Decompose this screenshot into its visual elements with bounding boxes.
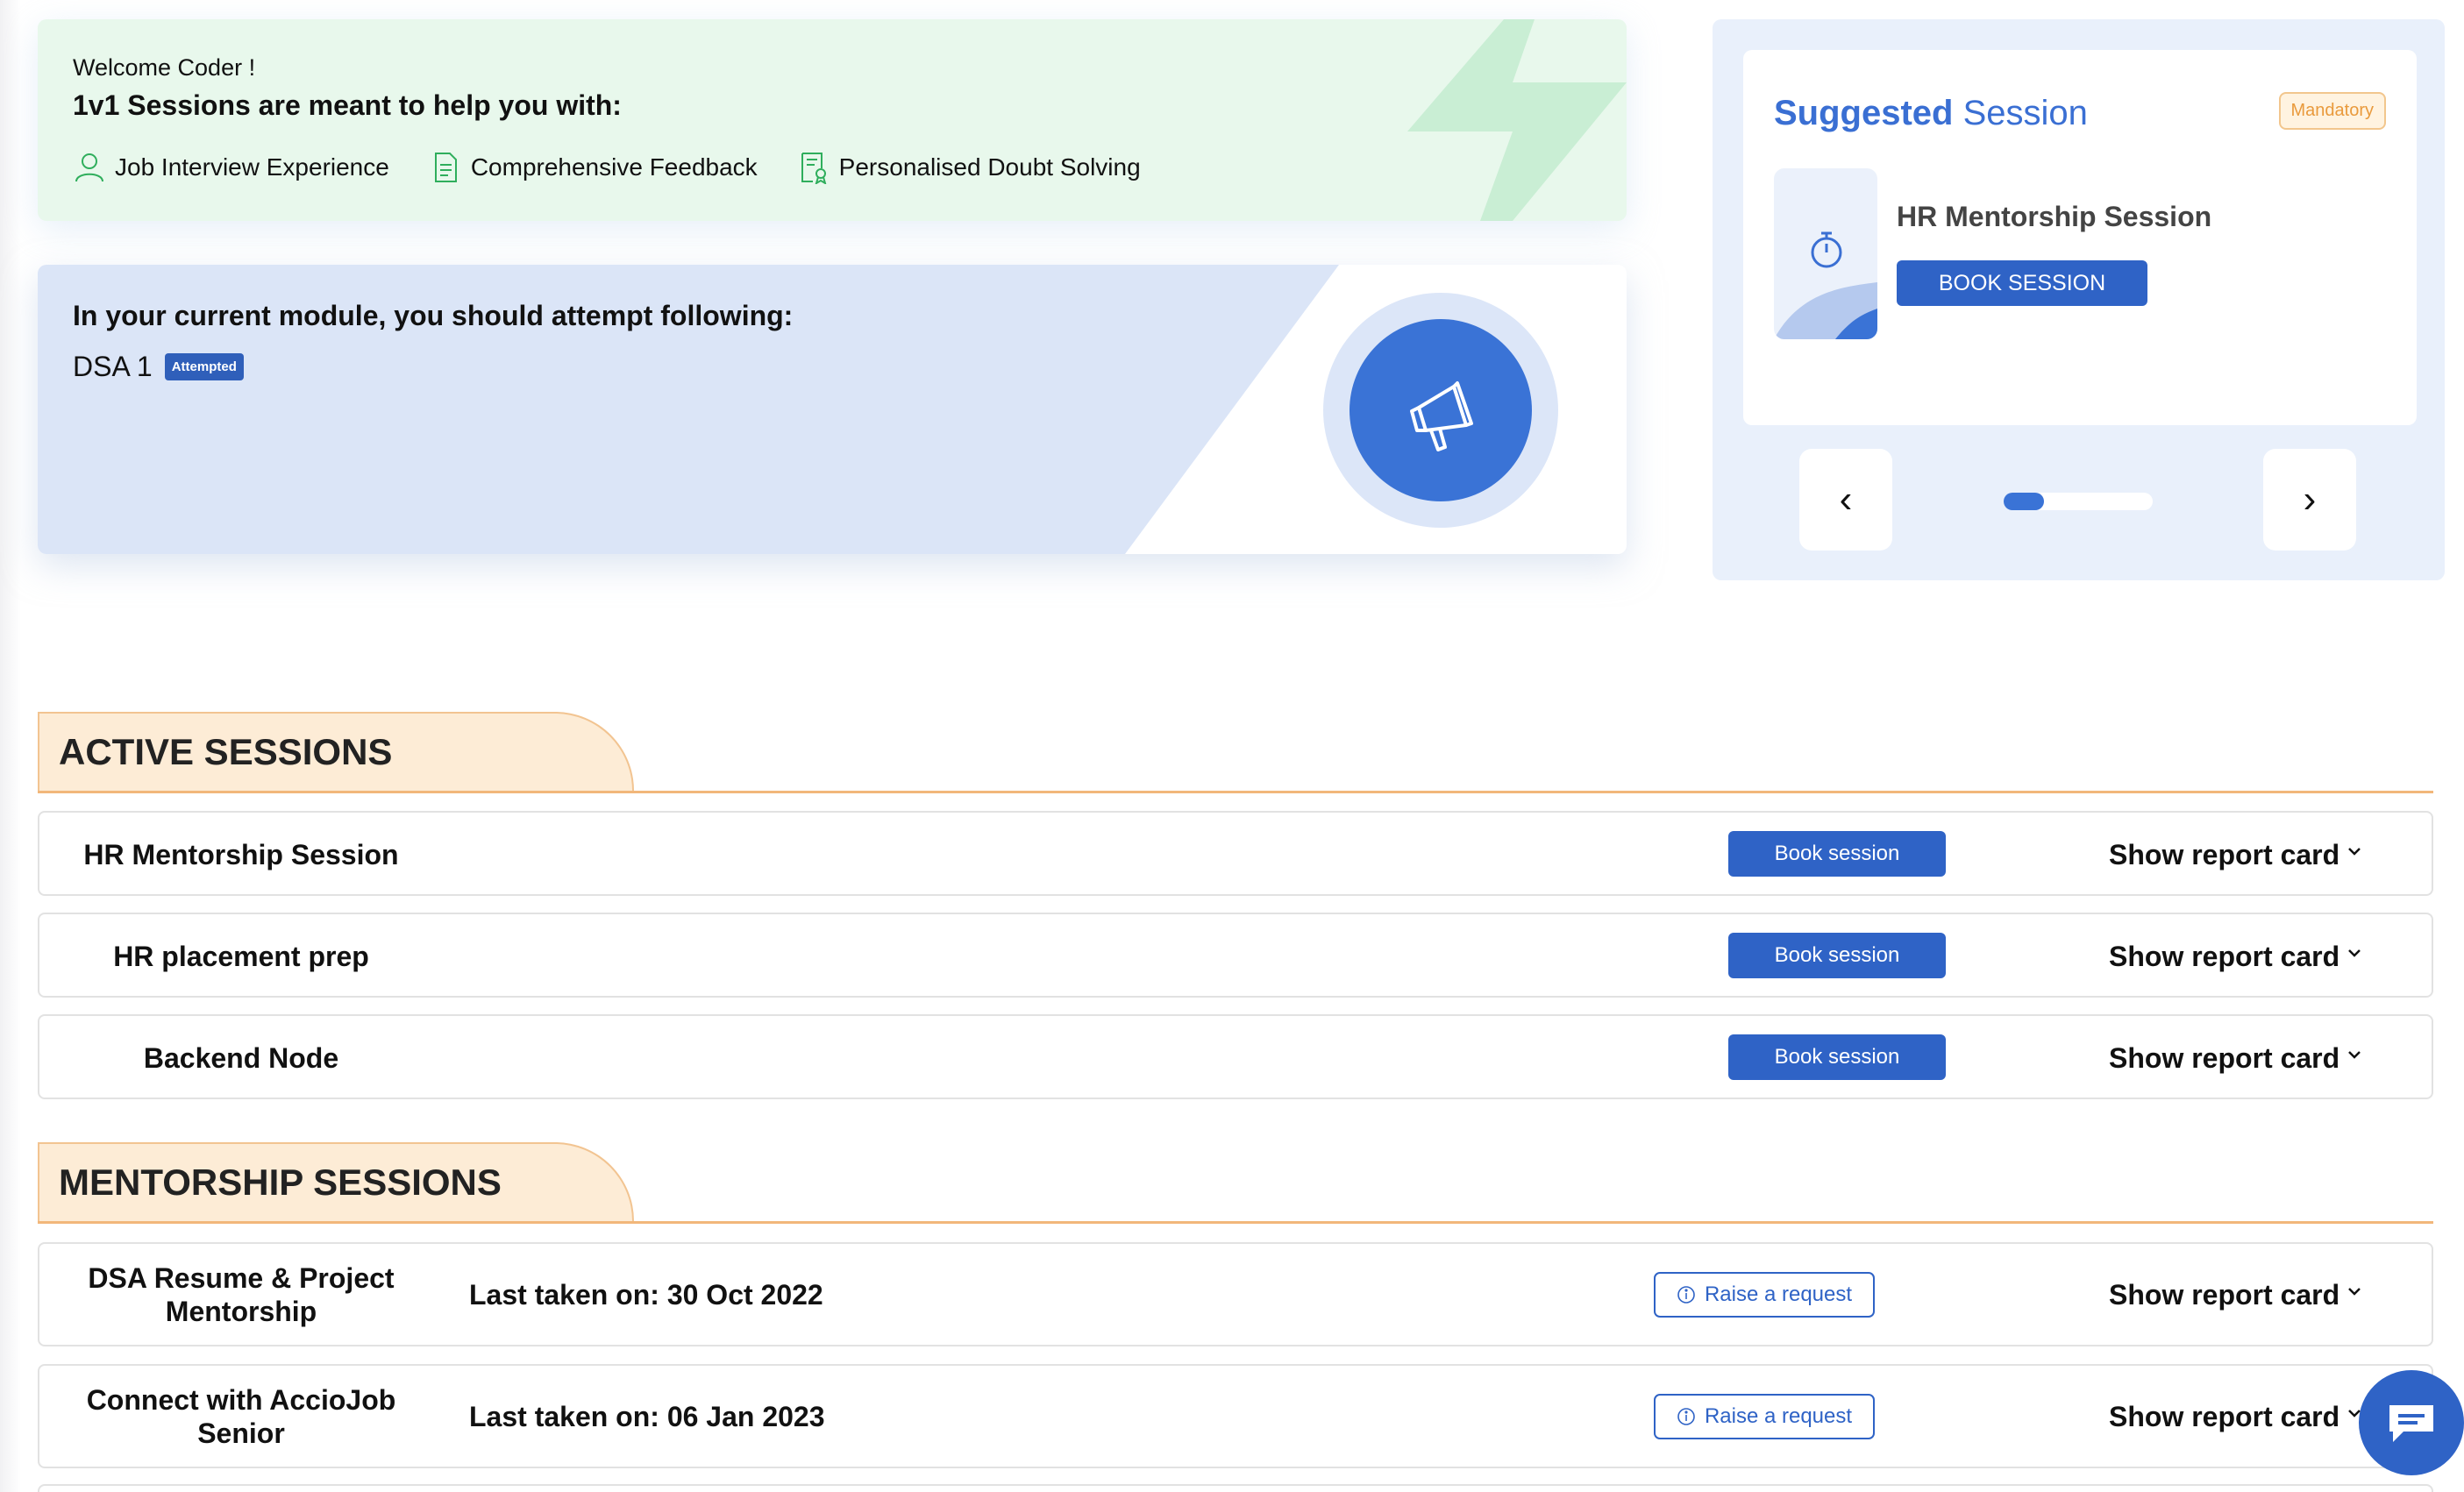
session-name: Backend Node [143, 1042, 339, 1074]
chat-support-button[interactable] [2359, 1370, 2464, 1475]
welcome-banner: Welcome Coder ! 1v1 Sessions are meant t… [38, 19, 1627, 221]
session-thumbnail [1774, 168, 1877, 339]
chevron-down-icon [2348, 948, 2361, 957]
table-row: DSA Resume & Project Mentorship Last tak… [38, 1242, 2433, 1346]
carousel-indicator-active [2004, 493, 2044, 510]
active-sessions-header: ACTIVE SESSIONS [38, 712, 2433, 793]
table-row: Connect with AccioJob Senior Last taken … [38, 1364, 2433, 1468]
stopwatch-icon [1811, 231, 1842, 268]
left-edge-shadow [0, 0, 21, 1492]
table-row: Backend Node Book session Show report ca… [38, 1014, 2433, 1099]
certificate-icon [801, 153, 826, 184]
session-name: HR placement prep [113, 941, 369, 972]
suggested-session-name: HR Mentorship Session [1897, 201, 2212, 232]
show-report-card-toggle[interactable]: Show report card [2109, 1279, 2362, 1311]
table-row: HR Mentorship Session Book session Show … [38, 811, 2433, 896]
section-title: MENTORSHIP SESSIONS [59, 1162, 502, 1203]
session-name: DSA Resume & Project Mentorship [88, 1262, 395, 1327]
suggested-session-panel: Suggested Session Mandatory HR Mentorshi… [1713, 19, 2445, 580]
section-title: ACTIVE SESSIONS [59, 731, 393, 772]
carousel-indicator [2004, 493, 2153, 510]
show-report-card-toggle[interactable]: Show report card [2109, 839, 2362, 871]
megaphone-icon [1410, 381, 1473, 451]
welcome-heading: 1v1 Sessions are meant to help you with: [73, 89, 622, 121]
show-report-card-toggle[interactable]: Show report card [2109, 1042, 2362, 1075]
feature-label: Personalised Doubt Solving [838, 153, 1141, 181]
show-report-card-toggle[interactable]: Show report card [2109, 1401, 2362, 1433]
chevron-down-icon [2348, 1050, 2361, 1059]
carousel-next-button[interactable]: › [2263, 449, 2356, 551]
mentorship-sessions-header: MENTORSHIP SESSIONS [38, 1142, 2433, 1224]
current-module-card: In your current module, you should attem… [38, 265, 1627, 554]
module-item-name: DSA 1 [73, 351, 153, 382]
carousel-prev-button[interactable]: ‹ [1799, 449, 1892, 551]
info-icon [1677, 1408, 1695, 1425]
welcome-greeting: Welcome Coder ! [73, 54, 256, 81]
lightning-bolt-decoration [1407, 19, 1627, 221]
book-session-button[interactable]: Book session [1728, 831, 1946, 877]
feature-item: Job Interview Experience [73, 151, 389, 184]
session-name: HR Mentorship Session [83, 839, 399, 870]
document-icon [434, 153, 457, 182]
info-icon [1677, 1286, 1695, 1304]
session-name: Connect with AccioJob Senior [86, 1384, 396, 1449]
last-taken-date: Last taken on: 30 Oct 2022 [469, 1279, 823, 1311]
raise-request-button[interactable]: Raise a request [1654, 1272, 1875, 1318]
user-icon [75, 153, 103, 182]
table-row: HR placement prep Book session Show repo… [38, 913, 2433, 998]
module-item[interactable]: DSA 1 Attempted [73, 351, 244, 383]
feature-item: Comprehensive Feedback [429, 151, 758, 184]
raise-request-button[interactable]: Raise a request [1654, 1394, 1875, 1439]
suggested-title: Suggested Session [1774, 94, 2088, 132]
show-report-card-toggle[interactable]: Show report card [2109, 941, 2362, 973]
feature-label: Job Interview Experience [115, 153, 389, 181]
book-session-button[interactable]: Book session [1728, 933, 1946, 978]
feature-list: Job Interview Experience Comprehensive F… [73, 151, 1180, 184]
book-session-button[interactable]: Book session [1728, 1034, 1946, 1080]
book-session-button[interactable]: BOOK SESSION [1897, 260, 2147, 306]
feature-item: Personalised Doubt Solving [797, 151, 1141, 184]
chevron-down-icon [2348, 847, 2361, 856]
suggested-session-card: Suggested Session Mandatory HR Mentorshi… [1743, 50, 2417, 425]
chat-icon [2389, 1405, 2433, 1442]
megaphone-circle [1323, 293, 1558, 528]
module-title: In your current module, you should attem… [73, 300, 794, 331]
mandatory-tag: Mandatory [2278, 92, 2386, 130]
status-badge: Attempted [164, 353, 244, 380]
feature-label: Comprehensive Feedback [470, 153, 758, 181]
chevron-down-icon [2348, 1287, 2361, 1296]
last-taken-date: Last taken on: 06 Jan 2023 [469, 1401, 825, 1432]
table-row [38, 1484, 2433, 1492]
